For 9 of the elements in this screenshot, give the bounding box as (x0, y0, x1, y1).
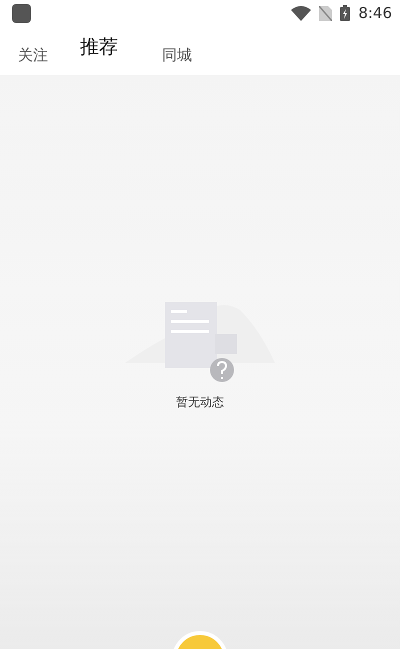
wifi-icon (291, 6, 312, 20)
feed-tab[interactable]: 关注 (12, 48, 54, 63)
empty-message: 暂无动态 (176, 394, 224, 411)
feed-tab[interactable]: 同城 (156, 48, 198, 63)
app-icon (12, 4, 31, 22)
feed-tab[interactable]: 推荐 (74, 38, 124, 57)
clock-time: 8:46 (358, 2, 392, 24)
battery-charging-icon (340, 5, 350, 21)
no-sim-icon (319, 6, 332, 20)
